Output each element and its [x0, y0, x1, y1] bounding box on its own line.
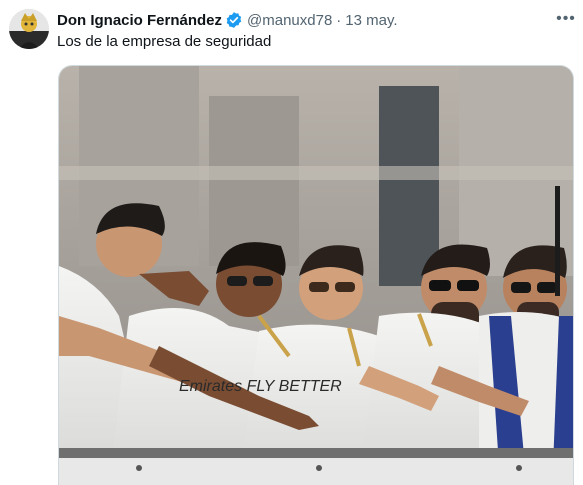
tweet-text: Los de la empresa de seguridad	[57, 33, 272, 50]
author-avatar[interactable]	[9, 9, 49, 49]
author-handle[interactable]: @manuxd78	[247, 12, 332, 29]
verified-badge-icon	[225, 11, 243, 29]
jersey-print: Emirates FLY BETTER	[179, 378, 342, 395]
author-name[interactable]: Don Ignacio Fernández	[57, 12, 222, 29]
post-date[interactable]: 13 may.	[345, 12, 397, 29]
more-options-icon[interactable]: •••	[555, 8, 577, 30]
separator-dot: ·	[336, 11, 342, 29]
tweet[interactable]: Don Ignacio Fernández @manuxd78 · 13 may…	[0, 0, 583, 485]
tweet-photo[interactable]: Emirates FLY BETTER	[58, 65, 574, 485]
tweet-header: Don Ignacio Fernández @manuxd78 · 13 may…	[57, 10, 398, 30]
